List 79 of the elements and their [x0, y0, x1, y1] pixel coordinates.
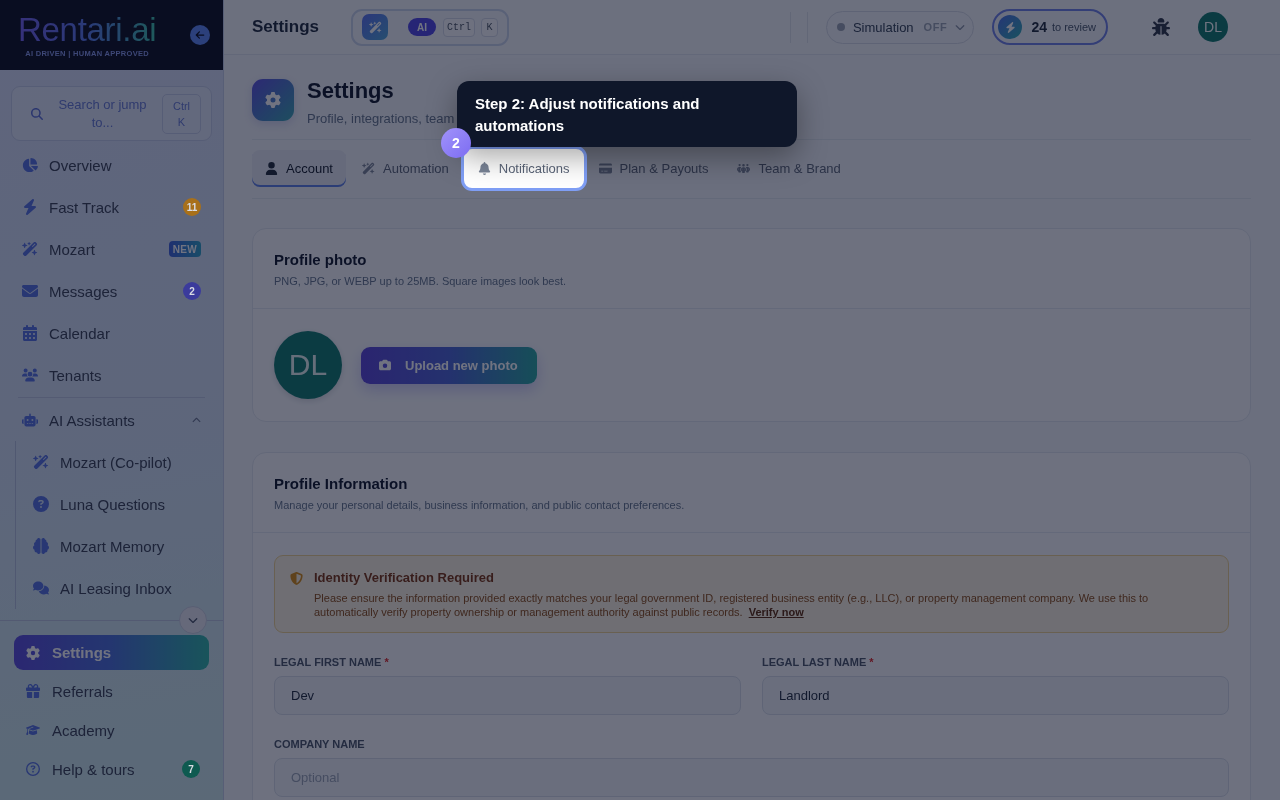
alert-text: Please ensure the information provided exactly matches your legal government ID, registered business entity (e.g., LLC), or property management company. We use this to automatically verify property ownership or management authority against public records. Verify now	[314, 591, 1150, 619]
question-icon	[33, 496, 49, 512]
help-icon	[26, 762, 40, 776]
chevron-down-icon	[955, 22, 966, 32]
count-badge: 11	[183, 198, 201, 216]
magic-wand-icon	[362, 14, 389, 40]
nav-item[interactable]: Settings	[14, 635, 209, 670]
scroll-down-button[interactable]	[179, 606, 207, 634]
field-label: LEGAL FIRST NAME *	[274, 655, 390, 669]
gift-icon	[26, 684, 40, 698]
top-bar-title: Settings	[252, 17, 320, 37]
nav-item[interactable]: Mozart NEW	[0, 228, 223, 270]
nav-item[interactable]: Luna Questions	[16, 483, 223, 525]
count-badge: 2	[183, 282, 201, 300]
chevron-up-icon	[192, 415, 201, 425]
tooltip-text: Step 2: Adjust notifications and automations	[475, 94, 701, 136]
chat-bubbles-icon	[33, 580, 49, 596]
settings-icon	[26, 645, 40, 660]
alert-title: Identity Verification Required	[314, 570, 495, 586]
ai-tag: AI	[408, 18, 437, 36]
brain-icon	[33, 538, 49, 554]
command-bar[interactable]: AI Ctrl K	[351, 8, 510, 46]
nav-item[interactable]: Referrals	[14, 672, 209, 710]
shield-icon	[290, 572, 303, 585]
nav-item[interactable]: AI Leasing Inbox	[16, 567, 223, 609]
envelope-icon	[22, 283, 38, 299]
field-label: COMPANY NAME	[274, 737, 366, 751]
new-tag: NEW	[168, 241, 201, 257]
pie-chart-icon	[22, 157, 38, 173]
keyboard-key: K	[481, 17, 499, 37]
text-input[interactable]: Landlord	[762, 676, 1229, 715]
count-badge: 7	[182, 760, 200, 778]
user-avatar[interactable]: DL	[1198, 12, 1228, 42]
bug-icon[interactable]	[1152, 18, 1170, 36]
field-label: LEGAL LAST NAME *	[762, 655, 875, 669]
magic-wand-icon	[22, 241, 38, 257]
keyboard-key: Ctrl	[443, 17, 476, 37]
lightning-bolt-icon	[998, 15, 1023, 39]
tab[interactable]: Notifications	[460, 146, 587, 191]
card-title: Profile Information	[274, 475, 409, 493]
nav-item[interactable]: Messages 2	[0, 270, 223, 312]
upload-photo-button[interactable]: Upload new photo	[361, 346, 537, 384]
user-icon	[265, 162, 278, 175]
nav-item[interactable]: AI Assistants	[0, 399, 223, 441]
nav-item[interactable]: Academy	[14, 711, 209, 749]
lightning-bolt-icon	[22, 199, 38, 215]
tab[interactable]: Team & Brand	[724, 150, 854, 187]
nav-item[interactable]: Help & tours 7	[14, 750, 209, 788]
settings-icon	[252, 79, 294, 121]
camera-icon	[379, 359, 391, 371]
nav-item[interactable]: Mozart (Co-pilot)	[16, 441, 223, 483]
magic-wand-icon	[33, 454, 49, 470]
tab[interactable]: Account	[252, 150, 346, 187]
chevron-down-icon	[188, 615, 198, 625]
profile-avatar: DL	[274, 331, 342, 399]
magic-wand-icon	[362, 162, 375, 175]
text-input[interactable]: Dev	[274, 676, 741, 715]
card-subtitle: Manage your personal details, business information, and public contact preferences.	[274, 498, 686, 512]
calendar-icon	[22, 325, 38, 341]
nav-item[interactable]: Fast Track 11	[0, 186, 223, 228]
tab[interactable]: Plan & Payouts	[585, 150, 722, 187]
arrow-left-icon	[195, 30, 205, 40]
nav-item[interactable]: Mozart Memory	[16, 525, 223, 567]
robot-icon	[22, 412, 38, 428]
bell-icon	[477, 162, 491, 175]
people-icon	[737, 162, 751, 175]
nav-item[interactable]: Tenants	[0, 354, 223, 396]
search-icon	[31, 107, 43, 120]
graduation-cap-icon	[26, 723, 40, 737]
nav-item[interactable]: Calendar	[0, 312, 223, 354]
people-icon	[22, 367, 38, 383]
nav-item[interactable]: Overview	[0, 144, 223, 186]
collapse-sidebar-button[interactable]	[190, 25, 210, 45]
page-subtitle: Profile, integrations, team	[307, 111, 455, 126]
page-title: Settings	[307, 79, 395, 103]
credit-card-icon	[598, 162, 612, 175]
card-title: Profile photo	[274, 251, 368, 269]
review-queue-button[interactable]: 24 to review	[992, 9, 1108, 45]
verify-now-link[interactable]: Verify now	[748, 606, 804, 618]
